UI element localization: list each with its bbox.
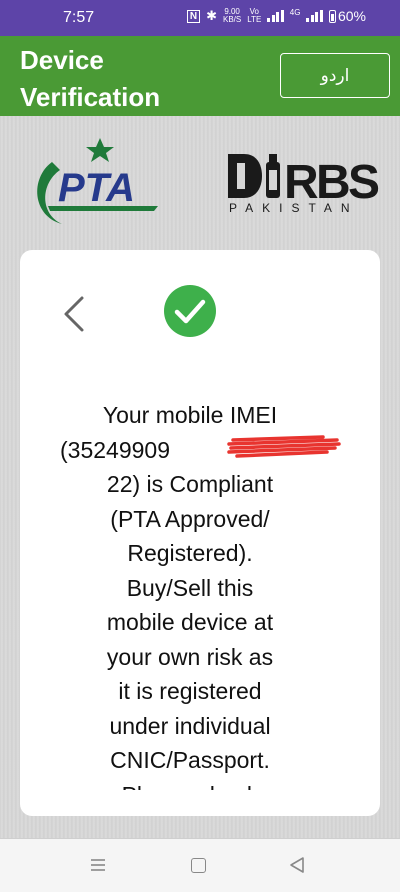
message-line: your own risk as [106, 643, 274, 670]
back-arrow-icon[interactable] [60, 294, 88, 334]
dirbs-d-gap [237, 163, 245, 189]
pta-logo-text: PTA [58, 166, 135, 210]
page-title: Device Verification [20, 45, 161, 112]
message-line: CNIC/Passport. [110, 747, 270, 773]
message-line: it is registered [118, 678, 262, 704]
imei-redaction-scribble [227, 435, 341, 458]
nav-back-icon[interactable] [288, 856, 306, 874]
signal-icon-2 [306, 10, 323, 22]
home-icon[interactable] [191, 858, 206, 873]
dirbs-bottle-label [269, 170, 277, 190]
message-line: under individual [109, 712, 271, 739]
message-line: Registered). [127, 540, 253, 566]
bluetooth-icon: ✱ [206, 8, 217, 23]
status-icons: N ✱ 9.00 KB/S Vo LTE 4G 60% [186, 8, 366, 24]
message-line: 22) is Compliant [106, 471, 274, 497]
message-line: (PTA Approved/ [110, 505, 270, 532]
pta-logo-star [86, 138, 114, 162]
message-line: mobile device at [106, 609, 274, 635]
net-speed: 9.00 KB/S [223, 8, 241, 24]
message-line: Buy/Sell this [126, 574, 254, 601]
menu-icon[interactable] [90, 858, 106, 872]
system-nav-bar [0, 838, 400, 892]
message-line: Your mobile IMEI [102, 402, 278, 428]
status-bar: 7:57 N ✱ 9.00 KB/S Vo LTE 4G 60% [0, 0, 400, 36]
language-toggle-button[interactable]: اردو [280, 53, 390, 98]
signal-icon [267, 10, 284, 22]
battery-icon [328, 9, 336, 23]
status-time: 7:57 [63, 9, 95, 26]
dirbs-logo-subtext: PAKISTAN [229, 201, 359, 214]
app-header: Device Verification اردو [0, 36, 400, 116]
volte-icon: Vo LTE [247, 8, 261, 24]
dirbs-logo: RBS PAKISTAN [228, 154, 380, 214]
pta-logo: PTA [37, 138, 158, 224]
dirbs-bottle-cap [269, 154, 277, 162]
check-circle-icon [164, 285, 216, 337]
battery-level: 60% [337, 8, 366, 24]
net-speed-unit: KB/S [222, 15, 242, 24]
verification-result-card: Your mobile IMEI (35249909 22) is Compli… [20, 250, 380, 816]
network-type: 4G [289, 8, 301, 17]
volte-bottom: LTE [247, 15, 262, 24]
message-line: Please check [60, 778, 320, 791]
nfc-icon: N [186, 9, 201, 23]
